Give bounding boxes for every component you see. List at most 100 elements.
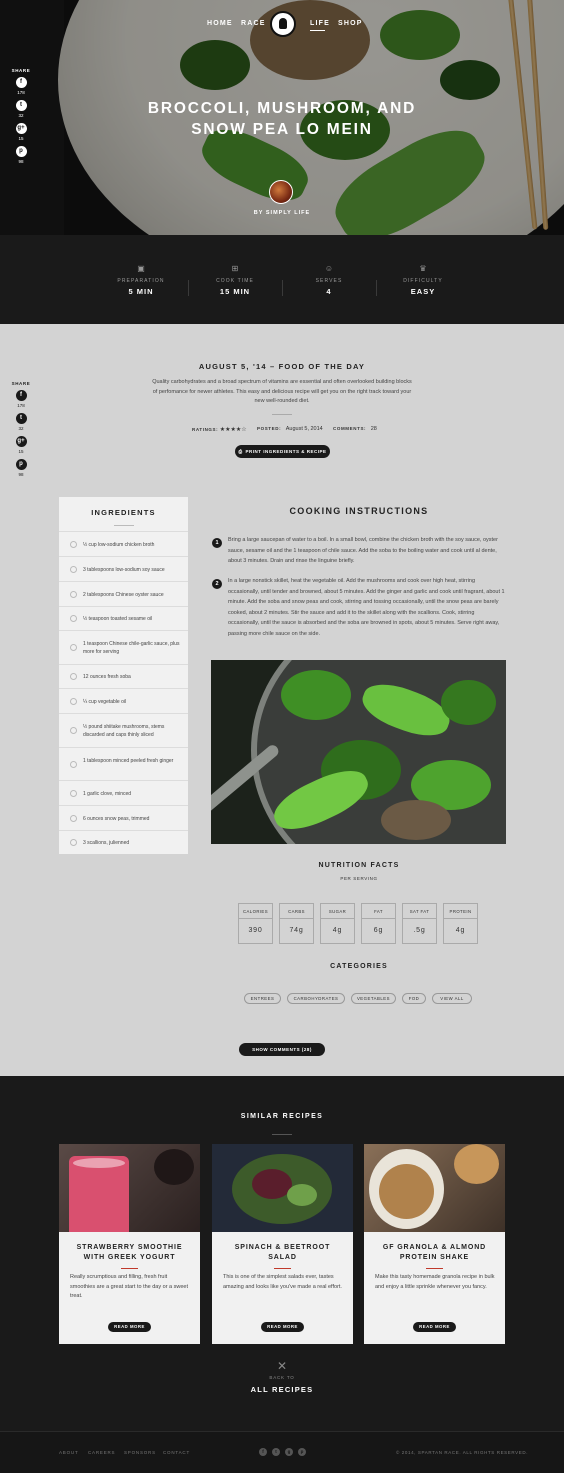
recipe-card[interactable]: GF GRANOLA & ALMOND PROTEIN SHAKE Make t… — [364, 1144, 505, 1344]
footer-link-about[interactable]: ABOUT — [59, 1450, 79, 1455]
ingredient-item[interactable]: 6 ounces snow peas, trimmed — [59, 805, 188, 830]
stat-value: 4 — [326, 287, 332, 296]
clipboard-icon: ▣ — [137, 264, 145, 273]
ingredient-label: 3 scallions, julienned — [83, 840, 130, 846]
ingredient-item[interactable]: 1 tablespoon minced peeled fresh ginger — [59, 747, 188, 780]
print-recipe-button[interactable]: ⎙ PRINT INGREDIENTS & RECIPE — [235, 445, 330, 458]
recipe-card[interactable]: STRAWBERRY SMOOTHIE WITH GREEK YOGURT Re… — [59, 1144, 200, 1344]
author-avatar[interactable] — [269, 180, 293, 204]
ingredient-item[interactable]: 1 teaspoon Chinese chile-garlic sauce, p… — [59, 630, 188, 664]
checkbox-circle-icon[interactable] — [70, 644, 77, 651]
stat-cook-time: ⊞ COOK TIME 15 MIN — [188, 264, 282, 296]
author-byline[interactable]: BY SIMPLY LIFE — [232, 210, 332, 216]
step-number: 1 — [212, 538, 222, 548]
checkbox-circle-icon[interactable] — [70, 541, 77, 548]
nav-race[interactable]: RACE — [241, 20, 266, 27]
read-more-button[interactable]: READ MORE — [413, 1322, 456, 1332]
read-more-button[interactable]: READ MORE — [108, 1322, 151, 1332]
nav-life[interactable]: LIFE — [310, 20, 330, 27]
ratings-label: RATINGS: — [192, 427, 219, 432]
share-count: 32 — [18, 426, 24, 431]
posted-label: POSTED: — [257, 426, 282, 431]
checkbox-circle-icon[interactable] — [70, 615, 77, 622]
category-tag[interactable]: CARBOHYDRATES — [287, 993, 345, 1004]
nutrition-title: NUTRITION FACTS — [318, 862, 400, 869]
facebook-icon[interactable]: f — [259, 1448, 267, 1456]
ingredient-label: 1 garlic clove, minced — [83, 791, 132, 797]
googleplus-icon[interactable]: g+ — [15, 436, 27, 447]
divider — [113, 525, 134, 526]
checkbox-circle-icon[interactable] — [70, 591, 77, 598]
ingredient-item[interactable]: 3 tablespoons low-sodium soy sauce — [59, 556, 188, 581]
nav-shop[interactable]: SHOP — [338, 20, 363, 27]
ingredient-item[interactable]: ½ pound shiitake mushrooms, stems discar… — [59, 713, 188, 747]
ingredient-item[interactable]: ½ cup low-sodium chicken broth — [59, 531, 188, 556]
ingredient-item[interactable]: 3 scallions, julienned — [59, 830, 188, 854]
facebook-icon[interactable]: f — [15, 77, 27, 88]
footer-link-careers[interactable]: CAREERS — [88, 1450, 115, 1455]
checkbox-circle-icon[interactable] — [70, 698, 77, 705]
instructions-title: COOKING INSTRUCTIONS — [289, 506, 429, 516]
checkbox-circle-icon[interactable] — [70, 815, 77, 822]
pinterest-icon[interactable]: p — [15, 146, 27, 157]
ingredient-item[interactable]: 1 garlic clove, minced — [59, 780, 188, 805]
googleplus-icon[interactable]: g+ — [15, 123, 27, 134]
ingredient-item[interactable]: 2 tablespoons Chinese oyster sauce — [59, 581, 188, 606]
pinterest-icon[interactable]: p — [15, 459, 27, 470]
stat-value: 5 MIN — [128, 287, 154, 296]
nav-home[interactable]: HOME — [207, 20, 233, 27]
share-count: 98 — [18, 472, 24, 477]
similar-recipes-title: SIMILAR RECIPES — [240, 1113, 324, 1120]
twitter-icon[interactable]: t — [15, 413, 27, 424]
ingredient-item[interactable]: ¼ cup vegetable oil — [59, 688, 188, 713]
recipe-card[interactable]: SPINACH & BEETROOT SALAD This is one of … — [212, 1144, 353, 1344]
category-tag[interactable]: VEGETABLES — [351, 993, 396, 1004]
recipe-card-image[interactable] — [364, 1144, 505, 1232]
checkbox-circle-icon[interactable] — [70, 790, 77, 797]
show-comments-button[interactable]: SHOW COMMENTS (28) — [239, 1043, 325, 1056]
close-icon[interactable]: ✕ — [277, 1359, 287, 1373]
stat-serves: ☺ SERVES 4 — [282, 264, 376, 296]
recipe-card-image[interactable] — [59, 1144, 200, 1232]
ingredient-item[interactable]: ½ teaspoon toasted sesame oil — [59, 606, 188, 630]
pinterest-icon[interactable]: p — [298, 1448, 306, 1456]
twitter-icon[interactable]: t — [272, 1448, 280, 1456]
checkbox-circle-icon[interactable] — [70, 673, 77, 680]
twitter-icon[interactable]: t — [15, 100, 27, 111]
recipe-title-line: BROCCOLI, MUSHROOM, AND — [147, 100, 417, 117]
recipe-title: BROCCOLI, MUSHROOM, AND SNOW PEA LO MEIN — [100, 98, 464, 140]
checkbox-circle-icon[interactable] — [70, 761, 77, 768]
share-count: 15 — [18, 449, 24, 454]
divider — [274, 1268, 291, 1269]
recipe-card-description: This is one of the simplest salads ever,… — [223, 1274, 342, 1290]
category-tag[interactable]: ENTREES — [244, 993, 281, 1004]
stat-label: COOK TIME — [216, 278, 254, 284]
googleplus-icon[interactable]: g — [285, 1448, 293, 1456]
checkbox-circle-icon[interactable] — [70, 839, 77, 846]
ingredient-item[interactable]: 12 ounces fresh soba — [59, 664, 188, 688]
spartan-logo-icon[interactable] — [270, 11, 296, 37]
star-rating-icon[interactable]: ★★★★☆ — [220, 427, 247, 433]
recipe-card-title[interactable]: STRAWBERRY SMOOTHIE WITH GREEK YOGURT — [69, 1243, 190, 1263]
recipe-card-image[interactable] — [212, 1144, 353, 1232]
ingredients-title: INGREDIENTS — [91, 508, 156, 517]
post-intro: Quality carbohydrates and a broad spectr… — [152, 379, 412, 404]
share-bar-hero: SHARE f 178 t 32 g+ 15 p 98 — [11, 68, 31, 169]
ingredient-label: 3 tablespoons low-sodium soy sauce — [83, 567, 165, 573]
checkbox-circle-icon[interactable] — [70, 566, 77, 573]
footer-link-sponsors[interactable]: SPONSORS — [124, 1450, 156, 1455]
hero-banner: HOME RACE LIFE SHOP BROCCOLI, MUSHROOM, … — [0, 0, 564, 235]
read-more-button[interactable]: READ MORE — [261, 1322, 304, 1332]
category-view-all[interactable]: VIEW ALL — [432, 993, 472, 1004]
footer-link-contact[interactable]: CONTACT — [163, 1450, 190, 1455]
category-tag[interactable]: FOD — [402, 993, 426, 1004]
checkbox-circle-icon[interactable] — [70, 727, 77, 734]
facebook-icon[interactable]: f — [15, 390, 27, 401]
ingredient-label: ½ pound shiitake mushrooms, stems discar… — [83, 724, 165, 738]
recipe-card-title[interactable]: GF GRANOLA & ALMOND PROTEIN SHAKE — [374, 1243, 495, 1263]
nutrition-label: SAT FAT — [403, 904, 436, 919]
printer-icon: ⎙ — [238, 449, 243, 454]
all-recipes-link[interactable]: ALL RECIPES — [0, 1385, 564, 1394]
recipe-card-title[interactable]: SPINACH & BEETROOT SALAD — [222, 1243, 343, 1263]
stove-icon: ⊞ — [231, 264, 239, 273]
